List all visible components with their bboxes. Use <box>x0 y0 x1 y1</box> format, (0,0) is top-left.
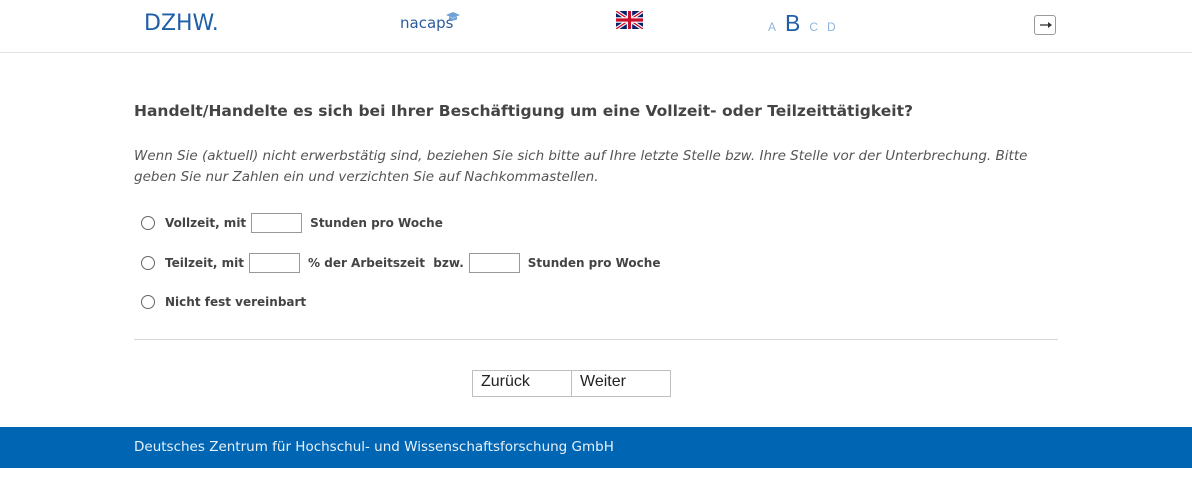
divider <box>134 339 1058 340</box>
teilzeit-middle-label: % der Arbeitszeit bzw. <box>308 256 464 270</box>
logout-icon <box>1040 22 1052 28</box>
font-size-a[interactable]: A <box>768 20 776 34</box>
font-size-d[interactable]: D <box>827 20 836 34</box>
vollzeit-prefix-label: Vollzeit, mit <box>165 216 247 230</box>
teilzeit-prefix-label: Teilzeit, mit <box>165 256 245 270</box>
option-vollzeit: Vollzeit, mit Stunden pro Woche <box>141 213 443 233</box>
navigation-buttons: Zurück Weiter <box>472 370 671 397</box>
footer: Deutsches Zentrum für Hochschul- und Wis… <box>0 427 1192 468</box>
vollzeit-suffix-label: Stunden pro Woche <box>310 216 443 230</box>
vollzeit-hours-input[interactable] <box>251 213 303 233</box>
font-size-c[interactable]: C <box>809 20 818 34</box>
footer-text: Deutsches Zentrum für Hochschul- und Wis… <box>134 439 614 455</box>
nacaps-logo[interactable]: nacaps <box>400 12 460 32</box>
teilzeit-suffix-label: Stunden pro Woche <box>527 256 661 270</box>
radio-nicht-fest[interactable] <box>141 295 155 309</box>
teilzeit-hours-input[interactable] <box>468 253 520 273</box>
dzhw-logo[interactable]: DZHW. <box>144 11 219 36</box>
header: DZHW. nacaps ABCD <box>0 0 1192 53</box>
nicht-fest-label: Nicht fest vereinbart <box>165 295 307 309</box>
teilzeit-percent-input[interactable] <box>249 253 301 273</box>
option-nicht-fest: Nicht fest vereinbart <box>141 292 306 312</box>
back-button[interactable]: Zurück <box>473 371 572 396</box>
logout-button[interactable] <box>1034 15 1056 35</box>
option-teilzeit: Teilzeit, mit % der Arbeitszeit bzw. Stu… <box>141 253 660 273</box>
uk-flag-icon[interactable] <box>616 11 643 29</box>
radio-teilzeit[interactable] <box>141 256 155 270</box>
radio-vollzeit[interactable] <box>141 216 155 230</box>
font-size-b[interactable]: B <box>785 10 800 37</box>
question-instruction: Wenn Sie (aktuell) nicht erwerbstätig si… <box>134 148 1028 185</box>
dzhw-logo-text: DZHW. <box>144 11 219 36</box>
question-title: Handelt/Handelte es sich bei Ihrer Besch… <box>134 102 913 120</box>
graduation-cap-icon <box>446 12 460 21</box>
next-button[interactable]: Weiter <box>572 371 670 396</box>
font-size-selector: ABCD <box>768 10 845 37</box>
